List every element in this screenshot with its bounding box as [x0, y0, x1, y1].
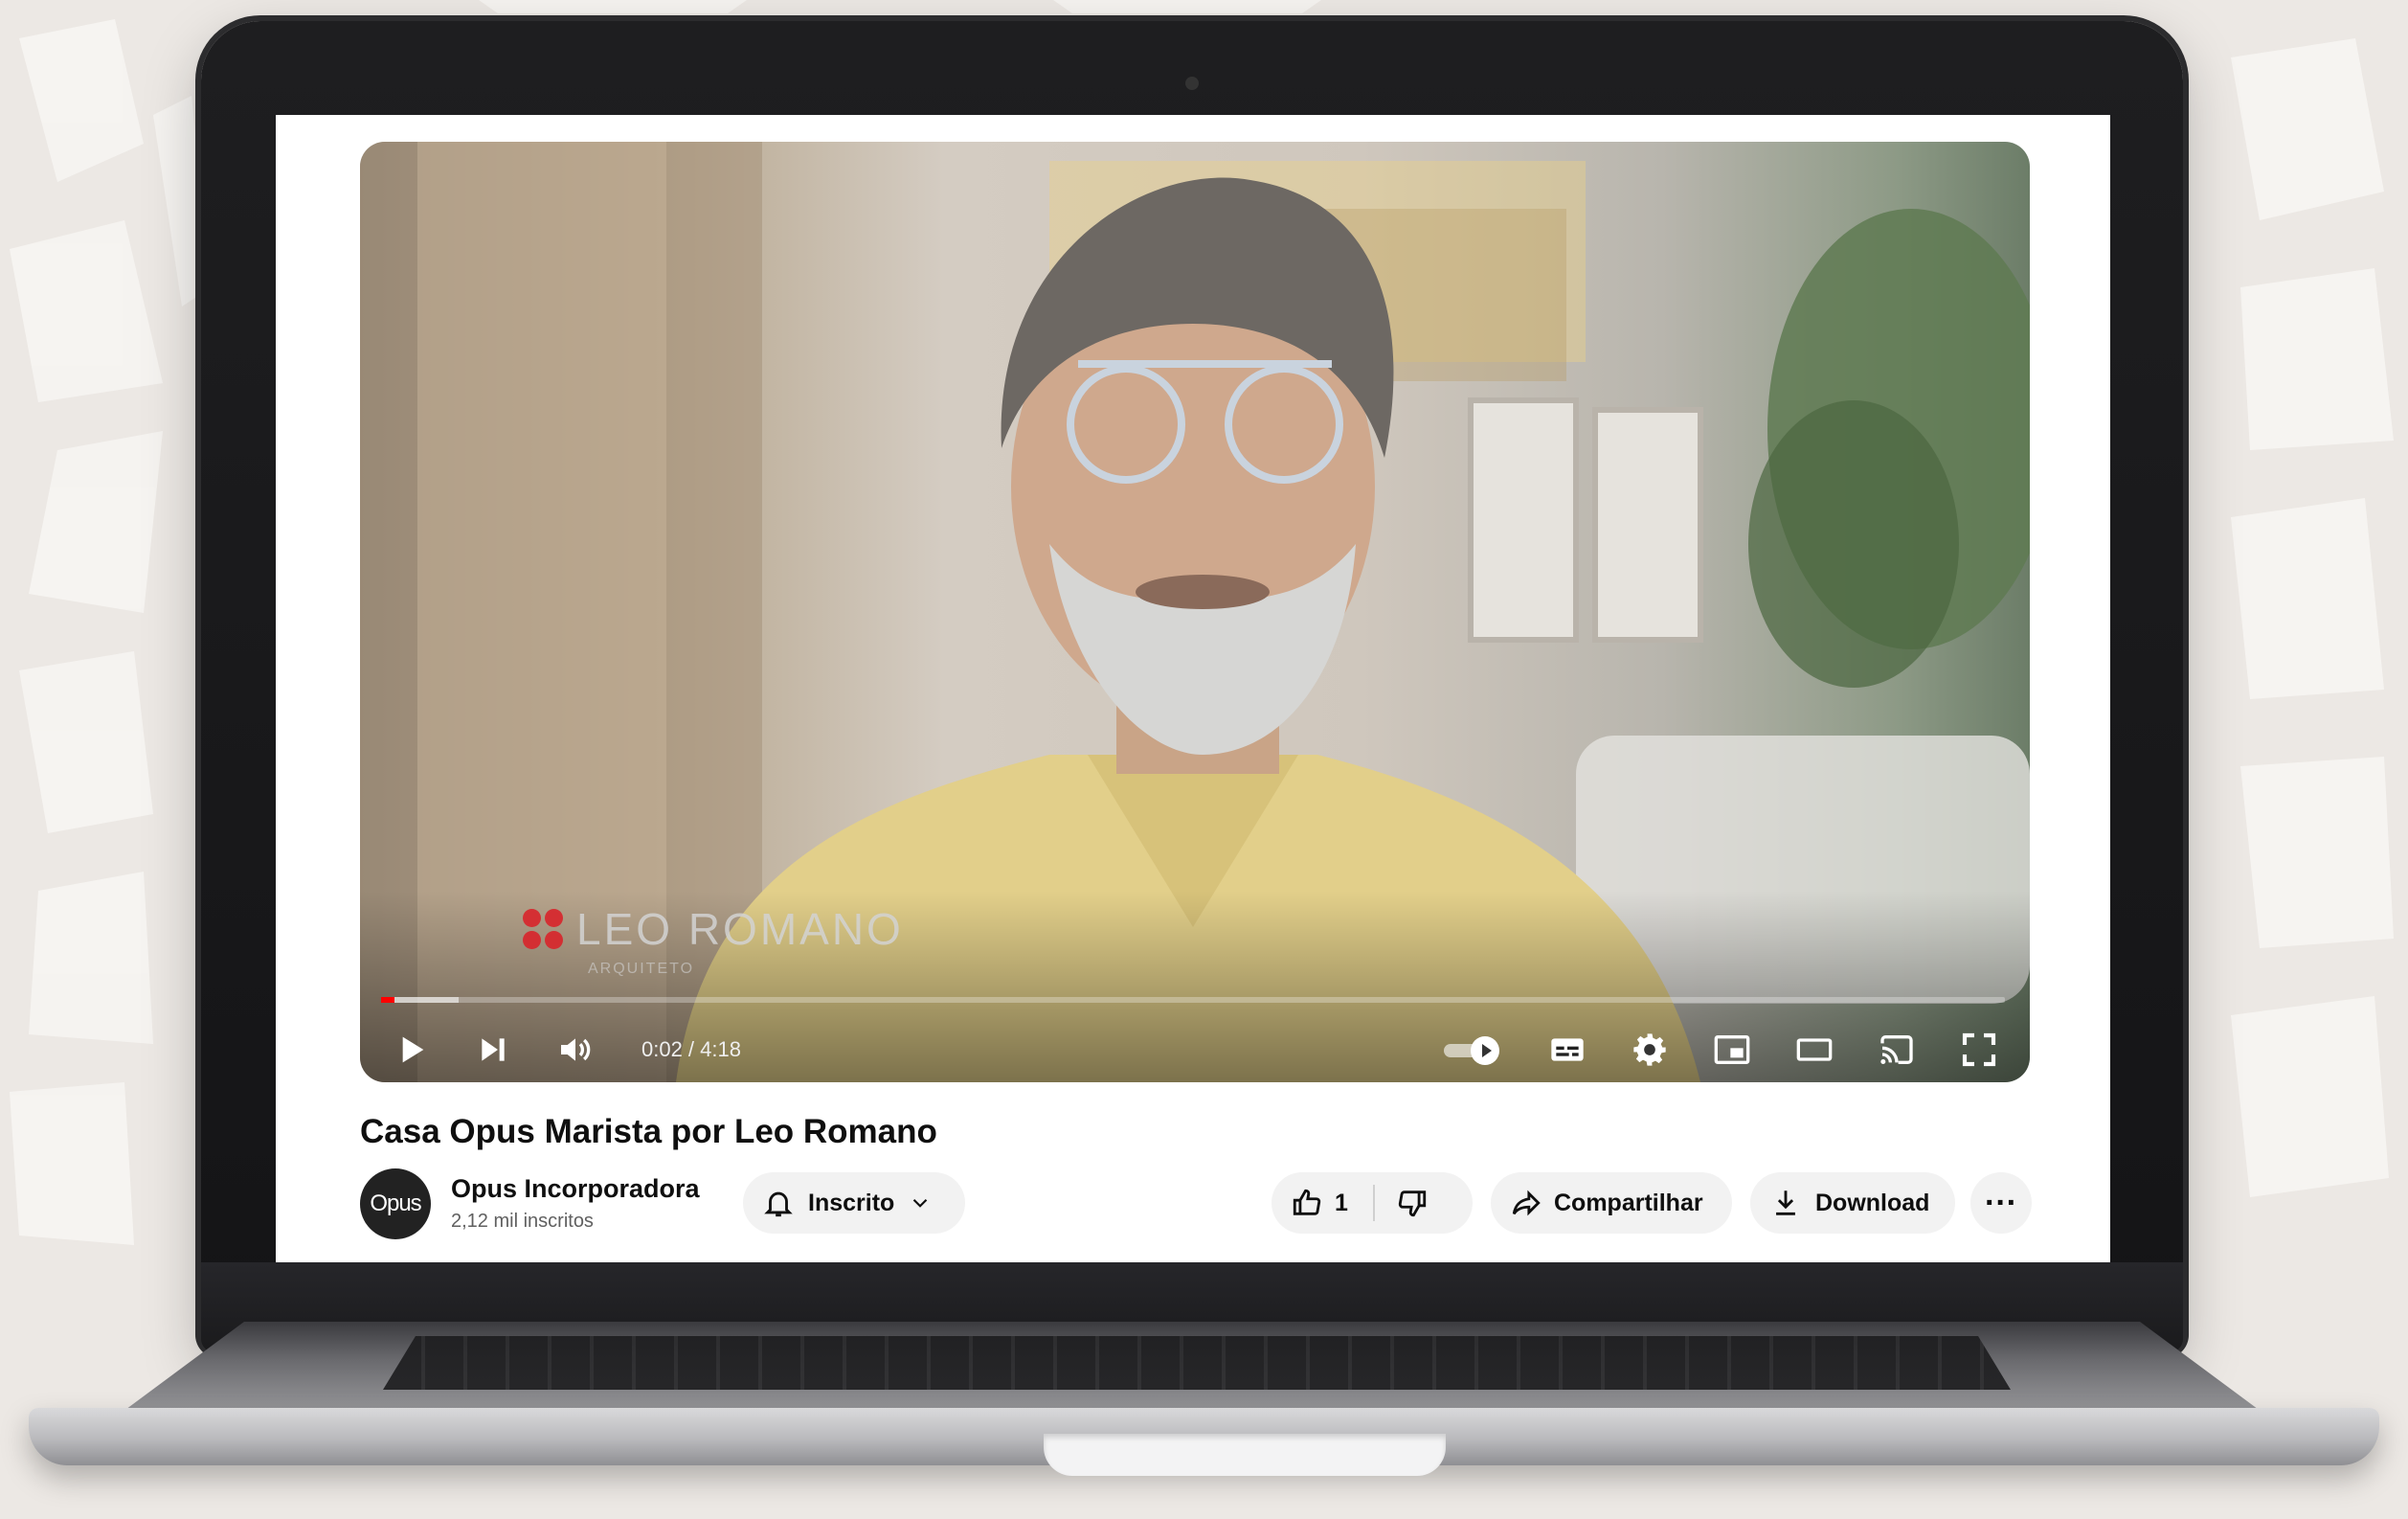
skip-next-icon	[482, 1038, 505, 1061]
player-controls: 0:02 / 4:18	[360, 1021, 2030, 1078]
thumbs-down-icon[interactable]	[1396, 1187, 1429, 1219]
miniplayer-icon	[1714, 1035, 1750, 1064]
play-icon	[402, 1036, 424, 1063]
video-title: Casa Opus Marista por Leo Romano	[360, 1113, 937, 1150]
time-display: 0:02 / 4:18	[641, 1037, 741, 1061]
video-watermark: LEO ROMANO	[523, 903, 904, 955]
like-divider	[1372, 1185, 1375, 1221]
video-player[interactable]: LEO ROMANO ARQUITETO 0:02 / 4:18	[360, 142, 2030, 1082]
fullscreen-icon	[1962, 1032, 1996, 1067]
leo-romano-logo-icon	[523, 909, 563, 949]
progress-bar[interactable]	[381, 997, 2005, 1003]
gear-icon	[1633, 1033, 1666, 1066]
cast-button[interactable]	[1875, 1028, 1919, 1072]
autoplay-play-icon	[1471, 1036, 1499, 1065]
cast-icon	[1880, 1035, 1913, 1064]
subtitles-icon	[1551, 1038, 1584, 1061]
volume-button[interactable]	[553, 1028, 597, 1072]
subscribe-button[interactable]: Inscrito	[743, 1172, 965, 1234]
like-count: 1	[1335, 1189, 1348, 1216]
autoplay-toggle[interactable]	[1444, 1035, 1507, 1065]
theater-mode-button[interactable]	[1792, 1028, 1836, 1072]
share-icon	[1512, 1190, 1541, 1216]
download-icon	[1776, 1190, 1795, 1215]
next-button[interactable]	[471, 1028, 515, 1072]
fullscreen-button[interactable]	[1957, 1028, 2001, 1072]
miniplayer-button[interactable]	[1710, 1028, 1754, 1072]
volume-icon	[561, 1038, 591, 1061]
webcam	[1185, 77, 1199, 90]
share-button[interactable]: Compartilhar	[1491, 1172, 1732, 1234]
chevron-down-icon	[913, 1198, 928, 1208]
channel-name[interactable]: Opus Incorporadora	[451, 1174, 700, 1204]
download-button[interactable]: Download	[1750, 1172, 1955, 1234]
progress-played	[381, 997, 394, 1003]
subscribe-label: Inscrito	[808, 1189, 895, 1216]
play-button[interactable]	[389, 1028, 433, 1072]
settings-button[interactable]	[1628, 1028, 1672, 1072]
channel-row: Opus Opus Incorporadora 2,12 mil inscrit…	[360, 1167, 2032, 1243]
channel-avatar[interactable]: Opus	[360, 1168, 431, 1239]
subscriber-count: 2,12 mil inscritos	[451, 1211, 594, 1232]
watermark-subtitle: ARQUITETO	[588, 961, 695, 977]
subtitles-button[interactable]	[1545, 1028, 1589, 1072]
share-label: Compartilhar	[1554, 1189, 1703, 1216]
bell-icon	[764, 1191, 793, 1217]
theater-icon	[1796, 1038, 1833, 1061]
keyboard-keys	[383, 1336, 2011, 1390]
browser-screen: LEO ROMANO ARQUITETO 0:02 / 4:18 Casa Op…	[276, 115, 2110, 1262]
watermark-name: LEO ROMANO	[576, 904, 904, 954]
like-dislike-bar: 1	[1272, 1172, 1473, 1234]
thumbs-up-icon[interactable]	[1291, 1187, 1323, 1219]
download-label: Download	[1815, 1189, 1930, 1216]
more-actions-button[interactable]: ···	[1970, 1172, 2032, 1234]
laptop-opening-notch	[1044, 1434, 1446, 1476]
